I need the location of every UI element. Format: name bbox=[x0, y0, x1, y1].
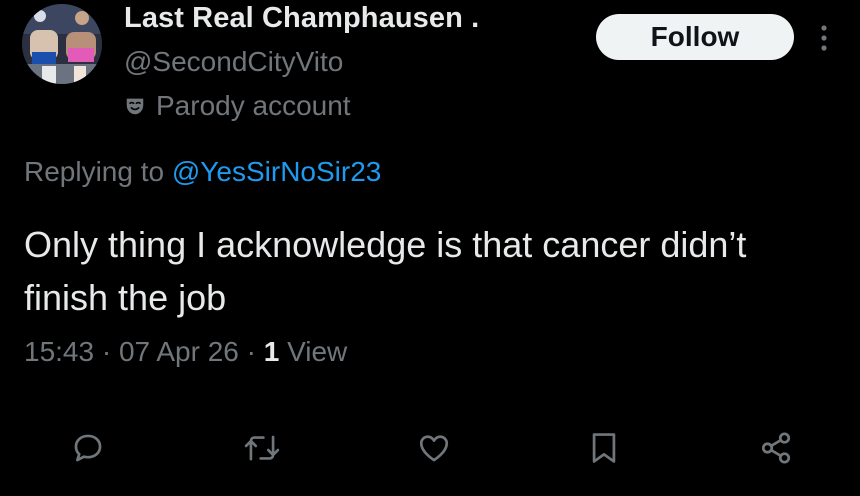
tweet-meta: 15:43 · 07 Apr 26 · 1 View bbox=[24, 336, 347, 368]
meta-separator: · bbox=[94, 336, 119, 367]
tweet-time[interactable]: 15:43 bbox=[24, 336, 94, 367]
replying-to-prefix: Replying to bbox=[24, 156, 172, 187]
bookmark-icon[interactable] bbox=[580, 424, 628, 472]
heart-icon[interactable] bbox=[410, 424, 458, 472]
user-handle[interactable]: @SecondCityVito bbox=[124, 46, 343, 78]
replying-to: Replying to @YesSirNoSir23 bbox=[24, 156, 381, 188]
display-name[interactable]: Last Real Champhausen . bbox=[124, 2, 479, 35]
more-vertical-icon[interactable] bbox=[812, 22, 836, 54]
meta-separator: · bbox=[238, 336, 264, 367]
share-icon[interactable] bbox=[752, 424, 800, 472]
parody-label: Parody account bbox=[124, 90, 351, 122]
views-label: View bbox=[279, 336, 348, 367]
reply-icon[interactable] bbox=[64, 424, 112, 472]
parody-label-text: Parody account bbox=[156, 90, 351, 121]
action-bar bbox=[0, 424, 860, 472]
theater-mask-icon bbox=[124, 95, 146, 117]
tweet-text: Only thing I acknowledge is that cancer … bbox=[24, 224, 747, 318]
reply-mention-link[interactable]: @YesSirNoSir23 bbox=[172, 156, 381, 187]
tweet-date[interactable]: 07 Apr 26 bbox=[119, 336, 239, 367]
views-count: 1 bbox=[263, 336, 280, 367]
follow-button[interactable]: Follow bbox=[596, 14, 794, 60]
repost-icon[interactable] bbox=[238, 424, 286, 472]
avatar[interactable] bbox=[22, 4, 102, 84]
